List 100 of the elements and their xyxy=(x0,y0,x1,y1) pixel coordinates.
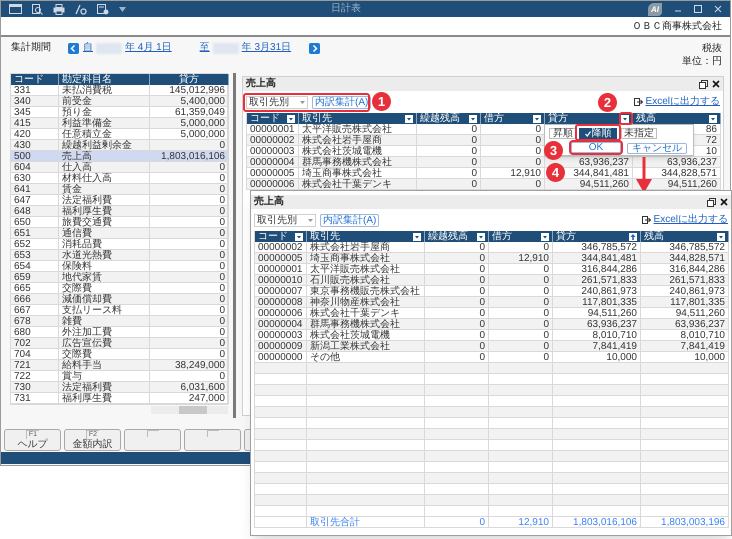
date-link[interactable]: 至 xyxy=(200,42,210,54)
export-icon[interactable] xyxy=(634,98,643,106)
panel-title: 売上高 xyxy=(254,196,284,208)
cancel-button[interactable]: キャンセル xyxy=(627,143,687,154)
group-by-dropdown[interactable]: 取引先別 xyxy=(246,96,308,108)
column-title: 貸方 xyxy=(548,113,568,124)
column-menu-button[interactable] xyxy=(717,232,725,240)
table-cell: 1,803,003,196 xyxy=(641,517,729,528)
column-title: 借方 xyxy=(492,231,512,242)
close-icon[interactable] xyxy=(720,198,728,206)
restore-icon[interactable] xyxy=(707,198,716,206)
key-slot xyxy=(146,430,158,437)
table-row[interactable]: 331 未払消費税 145,012,996 xyxy=(11,85,227,96)
table-cell: 福利厚生費 xyxy=(59,393,150,404)
column-title: 勘定科目名 xyxy=(62,74,112,85)
column-title: 貸方 xyxy=(179,74,199,85)
export-icon[interactable] xyxy=(642,216,651,224)
blurred-area xyxy=(96,42,122,54)
table-cell: 247,000 xyxy=(150,393,229,404)
key-caption: 金額内訳 xyxy=(72,439,112,451)
period-label: 集計期間 xyxy=(11,42,52,54)
table-row[interactable]: 345 預り金 61,359,049 xyxy=(11,107,227,118)
sort-button[interactable] xyxy=(629,232,637,240)
horizontal-scrollbar[interactable] xyxy=(151,406,228,414)
table-row[interactable]: 731 福利厚生費 247,000 xyxy=(11,393,227,404)
group-by-dropdown[interactable]: 取引先別 xyxy=(254,214,316,226)
date-link[interactable]: 年 3月31日 xyxy=(242,42,292,54)
column-title: 取引先 xyxy=(302,113,332,124)
table-row[interactable]: 340 前受金 5,400,000 xyxy=(11,96,227,107)
table-row[interactable]: 641 賃金 0 xyxy=(11,184,227,195)
key-slot xyxy=(206,430,218,437)
caret-icon xyxy=(308,218,313,222)
table-cell: 12,910 xyxy=(489,517,553,528)
sort-option[interactable]: 昇順 xyxy=(549,128,577,139)
column-title: 繰越残高 xyxy=(428,231,468,242)
panel-title: 売上高 xyxy=(246,78,276,90)
column-title: 借方 xyxy=(484,113,504,124)
export-link[interactable]: Excelに出力する xyxy=(646,96,720,108)
table-row[interactable]: 648 福利厚生費 0 xyxy=(11,206,227,217)
sort-option[interactable]: 降順 xyxy=(579,128,617,139)
table-cell: 1,803,016,106 xyxy=(553,517,641,528)
window-icon[interactable] xyxy=(9,4,22,14)
table-row[interactable]: 678 雑費 0 xyxy=(11,316,227,327)
callout-arrow xyxy=(636,157,652,193)
column-menu-button[interactable] xyxy=(287,114,295,122)
aggregate-button[interactable]: 内訳集計(A) xyxy=(312,96,372,108)
column-menu-button[interactable] xyxy=(621,114,629,122)
aggregate-button[interactable]: 内訳集計(A) xyxy=(320,214,380,226)
column-title: 残高 xyxy=(644,231,664,242)
caret-icon xyxy=(300,100,305,104)
column-title: 貸方 xyxy=(556,231,576,242)
close-icon[interactable] xyxy=(712,80,720,88)
column-menu-button[interactable] xyxy=(709,114,717,122)
table-cell: 731 xyxy=(11,393,59,404)
column-title: 取引先 xyxy=(310,231,340,242)
column-menu-button[interactable] xyxy=(541,232,549,240)
blurred-area xyxy=(212,42,239,54)
maximize-icon[interactable] xyxy=(694,5,702,13)
table-row[interactable]: 651 通信費 0 xyxy=(11,228,227,239)
export-link[interactable]: Excelに出力する xyxy=(654,214,728,226)
step-badge: 1 xyxy=(372,92,391,111)
column-title: コード xyxy=(250,113,280,124)
column-title: 繰越残高 xyxy=(420,113,460,124)
company-name: ＯＢＣ商事株式会社 xyxy=(632,20,722,34)
table-row[interactable]: 654 保険料 0 xyxy=(11,261,227,272)
table-row[interactable]: 652 消耗品費 0 xyxy=(11,239,227,250)
column-menu-button[interactable] xyxy=(533,114,541,122)
column-menu-button[interactable] xyxy=(405,114,413,122)
table-row[interactable]: 430 繰越利益剰余金 0 xyxy=(11,140,227,151)
table-cell: 取引先合計 xyxy=(307,517,425,528)
step-badge: 2 xyxy=(598,93,617,112)
check-icon xyxy=(584,130,590,136)
table-row[interactable]: 653 水道光熱費 0 xyxy=(11,250,227,261)
scroll-thumb[interactable] xyxy=(179,406,207,414)
column-title: 残高 xyxy=(636,113,656,124)
table-row[interactable]: 667 支払リース料 0 xyxy=(11,305,227,316)
sort-option[interactable]: 未指定 xyxy=(621,128,657,139)
preview-icon[interactable] xyxy=(32,4,43,14)
ai-logo: AI xyxy=(648,2,662,16)
table-row[interactable]: 666 減価償却費 0 xyxy=(11,294,227,305)
restore-icon[interactable] xyxy=(699,80,708,88)
date-link[interactable]: 自 xyxy=(83,42,93,54)
previous-button[interactable] xyxy=(68,43,79,54)
unit-label: 単位：円 xyxy=(682,55,722,68)
date-link[interactable]: 年 4月 1日 xyxy=(125,42,172,54)
column-menu-button[interactable] xyxy=(477,232,485,240)
caret-icon[interactable] xyxy=(119,6,126,12)
key-caption: ヘルプ xyxy=(18,439,48,451)
column-menu-button[interactable] xyxy=(413,232,421,240)
table-row[interactable]: 721 給料手当 38,249,000 xyxy=(11,360,227,371)
column-title: コード xyxy=(258,231,288,242)
next-button[interactable] xyxy=(309,43,320,54)
dropdown-value: 取引先別 xyxy=(257,214,297,226)
ok-button[interactable]: OK xyxy=(571,142,621,153)
tool-icon[interactable] xyxy=(75,4,87,14)
table-row[interactable]: 722 賞与 0 xyxy=(11,371,227,382)
table-row[interactable]: 415 利益準備金 5,000,000 xyxy=(11,118,227,129)
column-menu-button[interactable] xyxy=(295,232,303,240)
printer-icon[interactable] xyxy=(53,4,65,14)
column-menu-button[interactable] xyxy=(469,114,477,122)
